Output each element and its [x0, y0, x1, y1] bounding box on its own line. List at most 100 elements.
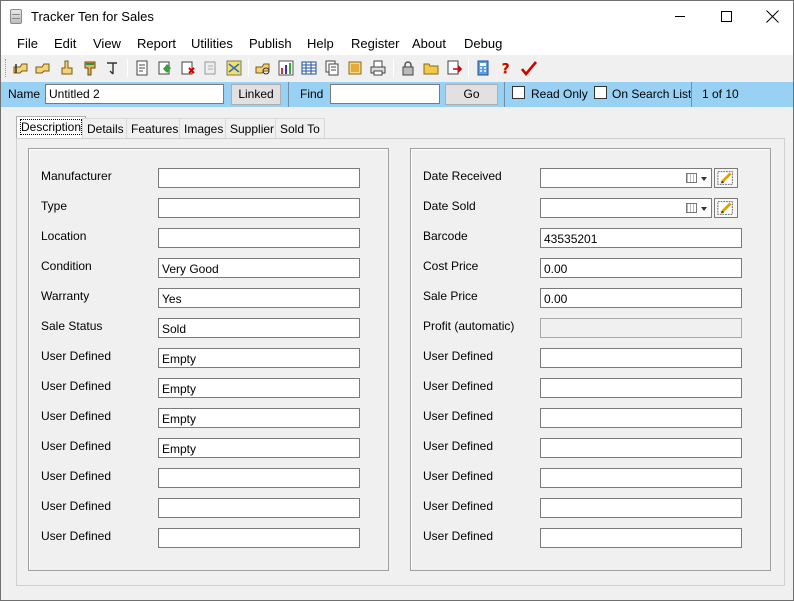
location-field[interactable] [158, 228, 360, 248]
field-label: Location [41, 229, 87, 243]
findbar-separator [504, 82, 505, 107]
date-received-edit-icon[interactable] [714, 168, 738, 188]
tab-features[interactable]: Features [126, 118, 184, 138]
field-label: Type [41, 199, 68, 213]
find-bar: Name Untitled 2 Linked Find Go Read Only… [1, 82, 793, 107]
calendar-icon[interactable] [686, 203, 697, 213]
warranty-field[interactable]: Yes [158, 288, 360, 308]
field-label: User Defined [41, 439, 112, 453]
user-defined-field[interactable] [540, 438, 742, 458]
date-received-picker[interactable] [540, 168, 712, 188]
calendar-icon[interactable] [686, 173, 697, 183]
barcode-field[interactable]: 43535201 [540, 228, 742, 248]
user-defined-field[interactable] [540, 408, 742, 428]
menu-view[interactable]: View [93, 36, 121, 51]
point-down-icon[interactable] [82, 60, 98, 76]
last-record-icon[interactable] [105, 60, 121, 76]
user-defined-field[interactable]: Empty [158, 438, 360, 458]
date-sold-edit-icon[interactable] [714, 198, 738, 218]
manufacturer-field[interactable] [158, 168, 360, 188]
field-label: Profit (automatic) [423, 319, 515, 333]
menu-debug[interactable]: Debug [464, 36, 502, 51]
tab-label: Description [19, 119, 83, 135]
toolbar-separator [468, 59, 469, 77]
user-defined-field[interactable] [540, 498, 742, 518]
type-field[interactable] [158, 198, 360, 218]
on-search-list-label: On Search List [612, 87, 692, 101]
user-defined-field[interactable] [540, 348, 742, 368]
menu-edit[interactable]: Edit [54, 36, 76, 51]
condition-field[interactable]: Very Good [158, 258, 360, 278]
find-input[interactable] [330, 84, 440, 104]
new-record-icon[interactable] [134, 60, 150, 76]
field-label: User Defined [423, 439, 494, 453]
point-up-icon[interactable] [59, 60, 75, 76]
field-label: User Defined [41, 409, 112, 423]
export-icon[interactable] [446, 60, 462, 76]
user-defined-field[interactable] [540, 378, 742, 398]
sale-price-field[interactable]: 0.00 [540, 288, 742, 308]
toolbar: ?? [1, 55, 793, 81]
lock-icon[interactable] [400, 60, 416, 76]
user-defined-field[interactable] [540, 468, 742, 488]
search-icon[interactable] [255, 60, 271, 76]
chevron-down-icon[interactable] [701, 207, 707, 211]
user-defined-field[interactable]: Empty [158, 408, 360, 428]
chart-icon[interactable] [278, 60, 294, 76]
toolbar-grip[interactable] [5, 59, 8, 77]
menu-about[interactable]: About [412, 36, 446, 51]
menu-help[interactable]: Help [307, 36, 334, 51]
chevron-down-icon[interactable] [701, 177, 707, 181]
sort-records-icon[interactable] [226, 60, 242, 76]
read-only-checkbox[interactable] [512, 86, 525, 99]
toolbar-separator [248, 59, 249, 77]
name-input[interactable]: Untitled 2 [45, 84, 224, 104]
list-view-icon[interactable] [324, 60, 340, 76]
date-sold-picker[interactable] [540, 198, 712, 218]
print-icon[interactable] [370, 60, 386, 76]
tab-supplier[interactable]: Supplier [225, 118, 280, 138]
tab-images[interactable]: Images [179, 118, 229, 138]
menu-file[interactable]: File [17, 36, 38, 51]
tab-sold-to[interactable]: Sold To [275, 118, 325, 138]
first-record-icon[interactable] [13, 60, 29, 76]
help-icon[interactable]: ?? [498, 60, 514, 76]
calculator-icon[interactable] [475, 60, 491, 76]
user-defined-field[interactable] [540, 528, 742, 548]
sale-status-field[interactable]: Sold [158, 318, 360, 338]
previous-record-icon[interactable] [35, 60, 51, 76]
menu-utilities[interactable]: Utilities [191, 36, 233, 51]
picture-icon[interactable] [347, 60, 363, 76]
menu-bar: File Edit View Report Utilities Publish … [1, 31, 793, 55]
open-folder-icon[interactable] [423, 60, 439, 76]
close-button[interactable] [749, 1, 794, 31]
user-defined-field[interactable]: Empty [158, 348, 360, 368]
copy-record-icon[interactable] [157, 60, 173, 76]
maximize-button[interactable] [703, 1, 749, 31]
user-defined-field[interactable] [158, 498, 360, 518]
tab-details[interactable]: Details [82, 118, 129, 138]
delete-record-icon[interactable] [180, 60, 196, 76]
edit-record-icon[interactable] [203, 60, 219, 76]
cost-price-field[interactable]: 0.00 [540, 258, 742, 278]
menu-report[interactable]: Report [137, 36, 176, 51]
field-label: Date Received [423, 169, 502, 183]
field-label: User Defined [423, 529, 494, 543]
user-defined-field[interactable] [158, 468, 360, 488]
menu-register[interactable]: Register [351, 36, 399, 51]
maximize-icon [720, 10, 732, 22]
linked-button[interactable]: Linked [231, 84, 281, 105]
checkmark-icon[interactable] [521, 60, 537, 76]
field-label: User Defined [41, 379, 112, 393]
minimize-button[interactable] [657, 1, 703, 31]
user-defined-field[interactable]: Empty [158, 378, 360, 398]
on-search-list-checkbox[interactable] [594, 86, 607, 99]
user-defined-field[interactable] [158, 528, 360, 548]
findbar-separator [288, 82, 289, 107]
menu-publish[interactable]: Publish [249, 36, 292, 51]
field-label: User Defined [423, 409, 494, 423]
table-view-icon[interactable] [301, 60, 317, 76]
tab-description[interactable]: Description [16, 116, 87, 138]
go-button[interactable]: Go [445, 84, 498, 105]
field-label: Sale Status [41, 319, 103, 333]
